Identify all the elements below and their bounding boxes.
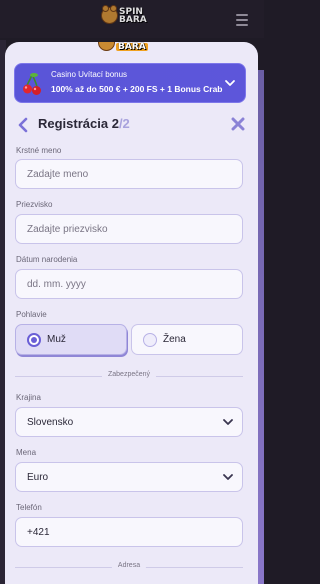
menu-icon[interactable] (231, 11, 253, 27)
step-title-text: Registrácia 2 (38, 116, 119, 131)
first-name-placeholder: Zadajte meno (27, 168, 89, 180)
phone-label: Telefón (16, 503, 42, 512)
radio-unselected-icon (143, 332, 157, 347)
currency-value: Euro (27, 471, 49, 483)
phone-value: +421 (27, 526, 50, 538)
country-value: Slovensko (27, 416, 74, 428)
birth-date-label: Dátum narodenia (16, 255, 78, 264)
gender-label: Pohlavie (16, 310, 47, 319)
top-bar: SPIN BARA (0, 0, 264, 38)
bonus-description: 100% až do 500 € + 200 FS + 1 Bonus Crab (51, 84, 223, 94)
step-total: /2 (118, 116, 130, 131)
back-arrow-icon[interactable] (17, 117, 29, 133)
gender-option-female[interactable]: Žena (131, 324, 243, 355)
gender-male-label: Muž (47, 334, 66, 345)
country-label: Krajina (16, 393, 41, 402)
currency-label: Mena (16, 448, 37, 457)
chevron-down-icon (223, 474, 233, 480)
chevron-down-icon (223, 419, 233, 425)
capybara-mascot-icon (101, 5, 118, 24)
brand-logo[interactable]: SPIN BARA (101, 5, 147, 25)
radio-selected-icon (27, 332, 41, 347)
cherry-icon (23, 73, 41, 95)
birth-date-field[interactable]: dd. mm. yyyy (15, 269, 243, 299)
gender-option-male[interactable]: Muž (15, 324, 127, 355)
gender-female-label: Žena (163, 334, 186, 345)
birth-date-placeholder: dd. mm. yyyy (27, 278, 86, 290)
bonus-title: Casino Uvítací bonus (51, 70, 128, 79)
divider-secured-label: Zabezpečený (101, 371, 157, 378)
last-name-placeholder: Zadajte priezvisko (27, 223, 108, 235)
divider-secured: Zabezpečený (15, 371, 243, 381)
phone-field[interactable]: +421 (15, 517, 243, 547)
first-name-field[interactable]: Zadajte meno (15, 159, 243, 189)
page-title: Registrácia 2/2 (38, 116, 130, 131)
country-select[interactable]: Slovensko (15, 407, 243, 437)
modal-brand-logo: SPIN BARA (98, 42, 148, 51)
first-name-label: Krstné meno (16, 146, 62, 155)
step-header: Registrácia 2/2 (17, 115, 245, 135)
brand-line-2: BARA (119, 14, 147, 25)
chevron-down-icon[interactable] (224, 77, 236, 89)
welcome-bonus-banner[interactable]: Casino Uvítací bonus 100% až do 500 € + … (14, 63, 246, 103)
last-name-field[interactable]: Zadajte priezvisko (15, 214, 243, 244)
divider-address-label: Adresa (111, 562, 147, 569)
close-icon[interactable] (231, 117, 245, 131)
currency-select[interactable]: Euro (15, 462, 243, 492)
capybara-mascot-icon (98, 42, 115, 51)
registration-modal: SPIN BARA Casino Uvítací bonus 100% až d… (5, 42, 258, 584)
brand-line-2: BARA (116, 42, 148, 52)
divider-address: Adresa (15, 562, 243, 572)
last-name-label: Priezvisko (16, 200, 53, 209)
